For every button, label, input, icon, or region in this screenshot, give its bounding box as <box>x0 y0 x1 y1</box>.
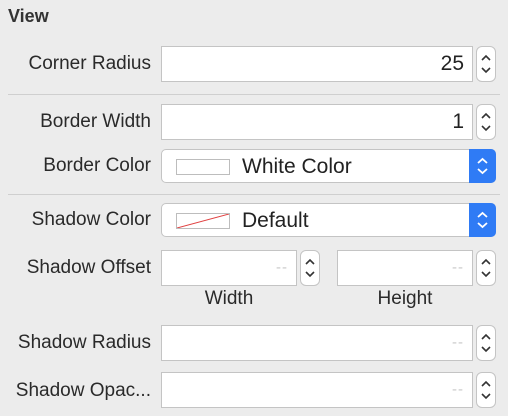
shadow-opacity-field[interactable]: -- <box>161 372 473 408</box>
stepper-chevrons-icon <box>481 333 491 353</box>
shadow-radius-stepper[interactable] <box>476 325 496 361</box>
shadow-opacity-label: Shadow Opac... <box>15 380 151 401</box>
divider <box>8 94 500 95</box>
divider <box>8 194 500 195</box>
popup-chevrons-icon <box>469 203 496 237</box>
white-color-swatch <box>176 159 230 175</box>
shadow-offset-height-stepper[interactable] <box>476 250 496 286</box>
no-color-swatch <box>176 213 230 229</box>
border-color-value: White Color <box>242 155 352 178</box>
border-width-field[interactable]: 1 <box>161 104 473 140</box>
stepper-chevrons-icon <box>481 112 491 132</box>
stepper-chevrons-icon <box>481 54 491 74</box>
shadow-color-popup[interactable]: Default <box>161 203 496 237</box>
shadow-radius-field[interactable]: -- <box>161 325 473 361</box>
stepper-chevrons-icon <box>481 258 491 278</box>
width-sublabel: Width <box>204 288 254 309</box>
shadow-offset-width-stepper[interactable] <box>300 250 320 286</box>
shadow-radius-label: Shadow Radius <box>17 332 151 353</box>
border-color-label: Border Color <box>43 155 151 176</box>
popup-chevrons-icon <box>469 149 496 183</box>
shadow-color-value: Default <box>242 209 309 232</box>
shadow-color-label: Shadow Color <box>31 209 151 230</box>
corner-radius-field[interactable]: 25 <box>161 46 473 82</box>
border-width-label: Border Width <box>40 111 151 132</box>
shadow-offset-height-field[interactable]: -- <box>337 250 473 286</box>
shadow-opacity-stepper[interactable] <box>476 372 496 408</box>
corner-radius-label: Corner Radius <box>28 53 152 74</box>
border-color-popup[interactable]: White Color <box>161 149 496 183</box>
stepper-chevrons-icon <box>481 380 491 400</box>
shadow-offset-label: Shadow Offset <box>26 257 151 278</box>
height-sublabel: Height <box>377 288 433 309</box>
border-width-stepper[interactable] <box>476 104 496 140</box>
section-title: View <box>8 6 49 26</box>
stepper-chevrons-icon <box>305 258 315 278</box>
shadow-offset-width-field[interactable]: -- <box>161 250 297 286</box>
corner-radius-stepper[interactable] <box>476 46 496 82</box>
